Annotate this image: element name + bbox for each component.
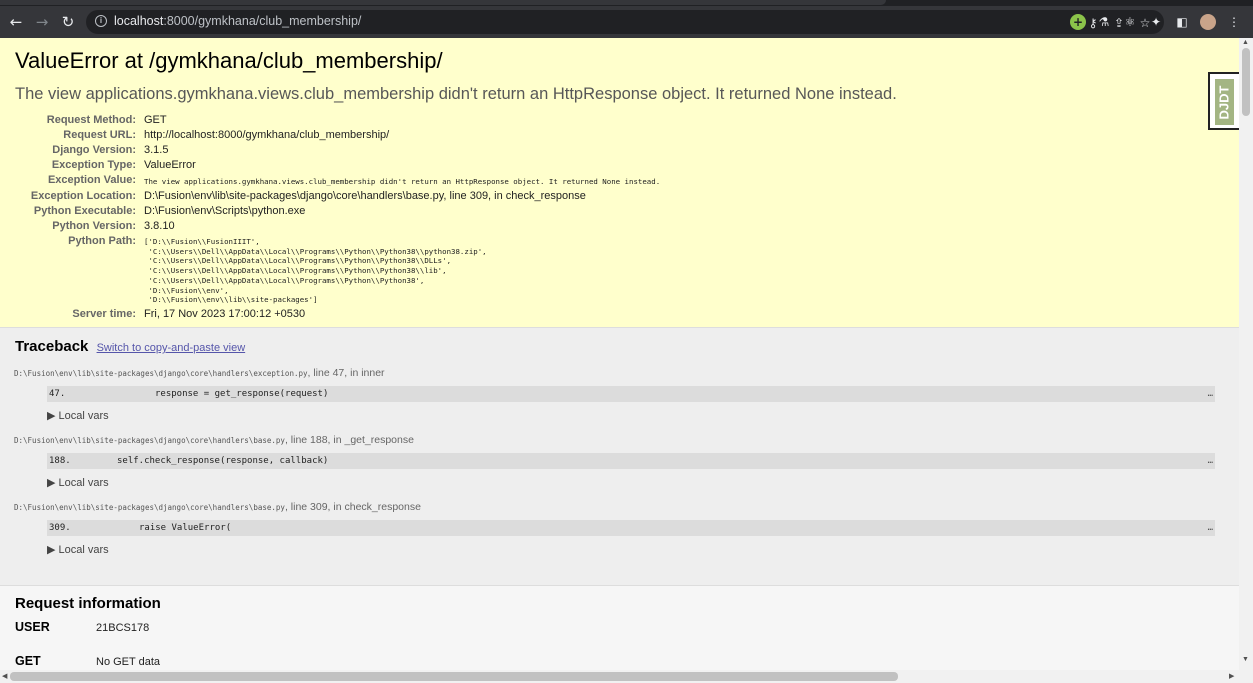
- meta-row: Python Path: ['D:\\Fusion\\FusionIIIT', '…: [15, 234, 660, 307]
- expand-context-toggle[interactable]: …: [1208, 520, 1213, 536]
- frame-line-number: 309.: [49, 523, 71, 533]
- meta-value: ['D:\\Fusion\\FusionIIIT', 'C:\\Users\\D…: [144, 237, 487, 305]
- meta-label: Python Version:: [52, 220, 136, 232]
- request-info-heading: Request information: [15, 595, 161, 612]
- request-info-row: USER 21BCS178: [15, 620, 1224, 646]
- meta-label: Exception Location:: [30, 190, 136, 202]
- meta-label: Server time:: [72, 307, 136, 320]
- profile-avatar-icon[interactable]: [1200, 14, 1216, 30]
- url-text[interactable]: localhost:8000/gymkhana/club_membership/: [114, 14, 361, 28]
- request-information-section: Request information USER 21BCS178 GET No GE…: [0, 586, 1239, 670]
- meta-value: D:\Fusion\env\lib\site-packages\django\c…: [144, 190, 586, 202]
- meta-label: Exception Type:: [51, 159, 136, 171]
- active-tab[interactable]: [0, 0, 886, 5]
- vertical-scrollbar[interactable]: ▲ ▼: [1239, 38, 1253, 670]
- meta-label: Django Version:: [52, 144, 136, 156]
- meta-label: Python Executable:: [33, 205, 136, 217]
- react-devtools-icon[interactable]: ⚛: [1122, 14, 1138, 30]
- meta-value: GET: [144, 114, 167, 126]
- frame-code: response = get_response(request): [155, 389, 329, 399]
- traceback-heading: Traceback Switch to copy-and-paste view: [15, 338, 246, 355]
- frame-filename: D:\Fusion\env\lib\site-packages\django\c…: [14, 434, 1225, 446]
- horizontal-scroll-thumb[interactable]: [10, 672, 898, 681]
- meta-row: Request URL: http://localhost:8000/gymkha…: [15, 128, 660, 143]
- switch-view-link[interactable]: Switch to copy-and-paste view: [97, 342, 246, 354]
- local-vars-toggle[interactable]: ▶ Local vars: [47, 543, 1225, 556]
- exception-message: The view applications.gymkhana.views.clu…: [15, 85, 897, 103]
- extension-plus-icon[interactable]: +: [1070, 14, 1086, 30]
- page-title: ValueError at /gymkhana/club_membership/: [15, 48, 443, 73]
- meta-row: Python Version: 3.8.10: [15, 219, 660, 234]
- meta-value: ValueError: [144, 159, 196, 171]
- djdt-toolbar-handle[interactable]: DJDT: [1208, 72, 1239, 130]
- frame-line-number: 188.: [49, 456, 71, 466]
- meta-value: 3.8.10: [144, 220, 175, 232]
- meta-row: Exception Value: The view applications.gy…: [15, 173, 660, 189]
- site-info-icon[interactable]: i: [95, 15, 107, 27]
- back-arrow-icon[interactable]: ←: [6, 12, 26, 32]
- scroll-right-arrow-icon[interactable]: ▶: [1229, 672, 1234, 680]
- traceback-section: Traceback Switch to copy-and-paste view …: [0, 328, 1239, 586]
- frame-location: , line 188, in _get_response: [284, 434, 414, 446]
- extensions-puzzle-icon[interactable]: ✦: [1148, 14, 1164, 30]
- address-bar[interactable]: i localhost:8000/gymkhana/club_membershi…: [86, 10, 1164, 34]
- request-info-value: No GET data: [96, 656, 160, 668]
- scroll-left-arrow-icon[interactable]: ◀: [2, 672, 7, 680]
- browser-toolbar: ← → ↻ i localhost:8000/gymkhana/club_mem…: [0, 6, 1253, 38]
- meta-row: Request Method: GET: [15, 113, 660, 128]
- meta-row: Server time: Fri, 17 Nov 2023 17:00:12 +0…: [15, 307, 660, 322]
- vertical-scroll-thumb[interactable]: [1242, 48, 1250, 116]
- page-content: ValueError at /gymkhana/club_membership/…: [0, 38, 1239, 670]
- frame-line-number: 47.: [49, 389, 66, 399]
- frame-location: , line 47, in inner: [307, 367, 385, 379]
- error-summary: ValueError at /gymkhana/club_membership/…: [0, 38, 1239, 328]
- frame-code: self.check_response(response, callback): [117, 456, 329, 466]
- meta-value: 3.1.5: [144, 144, 169, 156]
- request-meta-table: Request Method: GET Request URL: http://loc…: [15, 113, 660, 322]
- scroll-down-arrow-icon[interactable]: ▼: [1242, 656, 1249, 663]
- meta-row: Python Executable: D:\Fusion\env\Scripts\…: [15, 204, 660, 219]
- request-info-key: GET: [15, 654, 41, 668]
- kebab-menu-icon[interactable]: ⋮: [1226, 14, 1242, 30]
- frame-context-line[interactable]: 309. raise ValueError( …: [47, 520, 1215, 536]
- meta-row: Exception Type: ValueError: [15, 158, 660, 173]
- meta-value: Fri, 17 Nov 2023 17:00:12 +0530: [144, 307, 306, 320]
- request-info-row: GET No GET data: [15, 654, 1224, 670]
- forward-arrow-icon[interactable]: →: [32, 12, 52, 32]
- meta-value: The view applications.gymkhana.views.clu…: [144, 177, 661, 186]
- meta-row: Django Version: 3.1.5: [15, 143, 660, 158]
- frame-context-line[interactable]: 47. response = get_response(request) …: [47, 386, 1215, 402]
- frame-code: raise ValueError(: [139, 523, 232, 533]
- frame-filename: D:\Fusion\env\lib\site-packages\django\c…: [14, 501, 1225, 513]
- meta-value: D:\Fusion\env\Scripts\python.exe: [144, 205, 306, 217]
- request-info-value: 21BCS178: [96, 622, 150, 634]
- reload-icon[interactable]: ↻: [58, 12, 78, 32]
- frame-path: D:\Fusion\env\lib\site-packages\django\c…: [14, 369, 308, 378]
- meta-label: Python Path:: [68, 235, 136, 247]
- meta-label: Request URL:: [63, 129, 136, 141]
- local-vars-toggle[interactable]: ▶ Local vars: [47, 476, 1225, 489]
- frame-path: D:\Fusion\env\lib\site-packages\django\c…: [14, 436, 285, 445]
- frame-location: , line 309, in check_response: [284, 501, 421, 513]
- expand-context-toggle[interactable]: …: [1208, 386, 1213, 402]
- scroll-up-arrow-icon[interactable]: ▲: [1242, 39, 1249, 46]
- meta-label: Request Method:: [46, 114, 136, 126]
- extension-flask-icon[interactable]: ⚗: [1096, 14, 1112, 30]
- frame-context-line[interactable]: 188. self.check_response(response, callba…: [47, 453, 1215, 469]
- meta-row: Exception Location: D:\Fusion\env\lib\sit…: [15, 189, 660, 204]
- frame-path: D:\Fusion\env\lib\site-packages\django\c…: [14, 503, 285, 512]
- request-info-key: USER: [15, 620, 50, 634]
- meta-label: Exception Value:: [47, 174, 136, 186]
- frame-filename: D:\Fusion\env\lib\site-packages\django\c…: [14, 367, 1225, 379]
- horizontal-scrollbar[interactable]: ◀ ▶: [0, 670, 1253, 683]
- meta-value: http://localhost:8000/gymkhana/club_memb…: [144, 129, 390, 141]
- side-panel-icon[interactable]: ◧: [1174, 14, 1190, 30]
- local-vars-toggle[interactable]: ▶ Local vars: [47, 409, 1225, 422]
- expand-context-toggle[interactable]: …: [1208, 453, 1213, 469]
